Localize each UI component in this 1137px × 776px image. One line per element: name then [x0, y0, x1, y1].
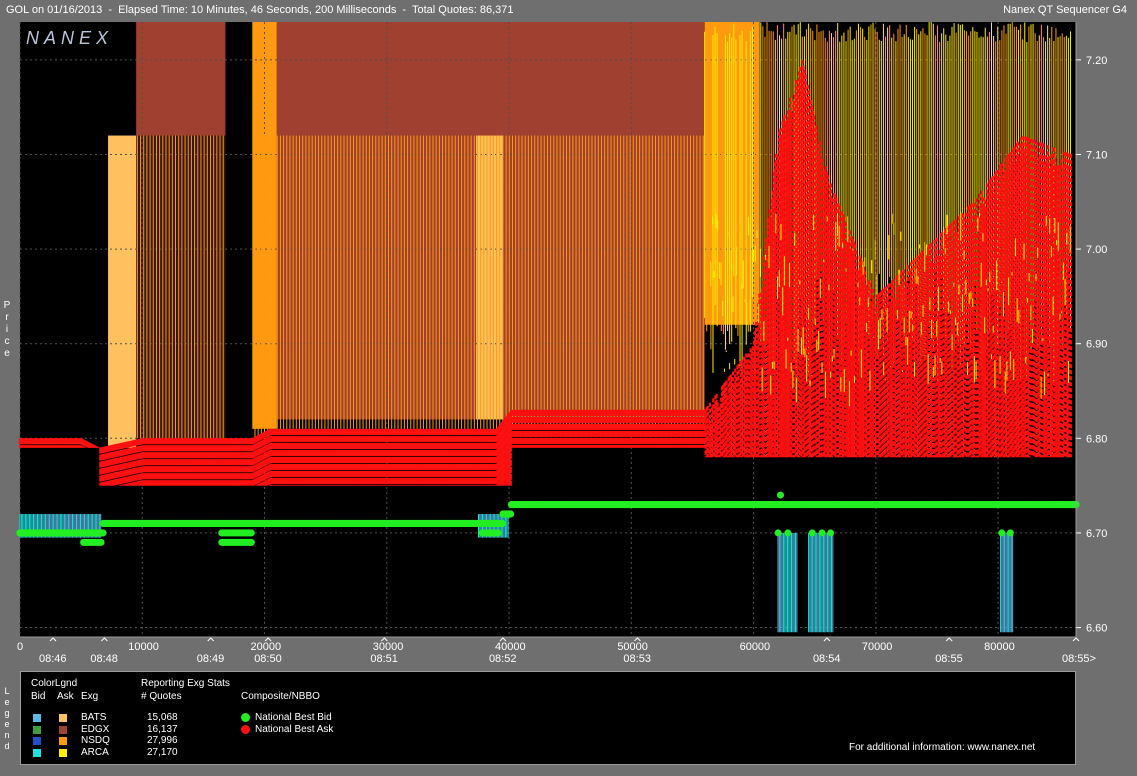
national-best-bid-mark: [494, 529, 502, 537]
bid-swatch: [33, 748, 41, 757]
national-best-bid-mark: [247, 538, 255, 546]
exchange-quotes: 15,068: [147, 712, 178, 723]
national-best-bid-mark: [97, 538, 105, 546]
exchange-quotes: 27,996: [147, 735, 178, 746]
edgx-ask-band: [276, 22, 705, 136]
exchange-quotes: 16,137: [147, 723, 178, 735]
nanex-watermark: NANEX: [26, 28, 113, 48]
chart-area: 7.20 7.10 7.00 6.90 6.80 6.70 6.60 0 10000 20000 3…: [16, 22, 1107, 665]
x-time-tick-label: 08:54: [813, 653, 841, 665]
x-time-tick-label: 08:49: [197, 653, 225, 665]
national-best-bid-mark: [784, 529, 792, 537]
footer-link[interactable]: For additional information: www.nanex.ne…: [849, 742, 1035, 753]
exchange-name: NSDQ: [81, 735, 110, 746]
national-best-bid-mark: [827, 529, 835, 537]
time-tick-marker: [49, 637, 57, 642]
nbbo-name: National Best Bid: [255, 712, 332, 723]
time-tick-marker: [1072, 637, 1080, 642]
exchange-name: EDGX: [81, 723, 110, 735]
bid-swatch: [33, 725, 41, 734]
x-seq-tick-label: 30000: [373, 641, 404, 653]
legend-col-ask: Ask: [57, 691, 74, 702]
y-tick-label: 7.20: [1086, 55, 1107, 67]
x-time-tick-label: 08:50: [254, 653, 282, 665]
national-best-bid-mark: [776, 491, 784, 499]
ask-swatch: [59, 714, 67, 722]
y-tick-label: 7.10: [1086, 149, 1107, 161]
x-time-tick-label: 08:55: [935, 653, 963, 665]
x-time-tick-label: 08:46: [39, 653, 67, 665]
national-best-bid-mark: [998, 529, 1006, 537]
chart-title: GOL on 01/16/2013 - Elapsed Time: 10 Min…: [6, 4, 514, 16]
x-seq-tick-label: 20000: [251, 641, 282, 653]
legend-side-label: Legend: [4, 686, 10, 751]
color-legend-title: ColorLgnd: [31, 678, 78, 689]
nbbo-dot: [241, 713, 250, 722]
y-tick-label: 6.60: [1086, 623, 1107, 635]
exchange-name: BATS: [81, 712, 107, 723]
legend-col-exg: Exg: [81, 691, 99, 702]
nbbo-name: National Best Ask: [255, 723, 334, 735]
exchange-quotes: 27,170: [147, 746, 178, 758]
national-best-bid-mark: [247, 529, 255, 537]
x-seq-tick-label: 10000: [128, 641, 159, 653]
composite-title: Composite/NBBO: [241, 691, 320, 702]
national-best-bid-mark: [498, 519, 507, 528]
ask-swatch: [59, 737, 67, 745]
x-time-tick-label: 08:53: [623, 653, 651, 665]
y-tick-label: 6.70: [1086, 528, 1107, 540]
edgx-ask-band: [136, 135, 226, 439]
national-best-bid-mark: [97, 529, 105, 537]
x-seq-tick-label: 70000: [862, 641, 893, 653]
stats-col-quotes: # Quotes: [141, 691, 182, 702]
ask-swatch: [59, 725, 67, 734]
x-time-tick-label: 08:55>: [1062, 653, 1096, 665]
bats-ask-band: [108, 135, 137, 448]
time-tick-marker: [101, 637, 108, 642]
app-name: Nanex QT Sequencer G4: [1003, 4, 1127, 16]
x-seq-tick-label: 50000: [617, 641, 648, 653]
national-best-bid-mark: [507, 510, 515, 518]
x-time-tick-label: 08:52: [489, 653, 517, 665]
time-tick-marker: [823, 637, 831, 642]
legend-col-bid: Bid: [31, 691, 46, 702]
x-seq-tick-label: 40000: [495, 641, 526, 653]
stats-title: Reporting Exg Stats: [141, 678, 230, 689]
national-best-bid-mark: [774, 529, 782, 537]
edgx-ask-band: [136, 22, 226, 136]
ask-swatch: [59, 748, 67, 757]
time-tick-marker: [207, 637, 215, 642]
legend-panel: ColorLgnd Bid Ask Exg Reporting Exg Stat…: [20, 671, 1076, 765]
y-tick-label: 7.00: [1086, 244, 1107, 256]
exchange-name: ARCA: [81, 746, 109, 758]
x-time-tick-label: 08:48: [90, 653, 118, 665]
y-axis-label: Price: [3, 300, 11, 359]
y-tick-label: 6.80: [1086, 433, 1107, 445]
national-best-bid-mark: [818, 529, 826, 537]
national-best-bid-mark: [1006, 529, 1014, 537]
time-tick-marker: [945, 637, 953, 642]
x-seq-tick-label: 60000: [740, 641, 771, 653]
national-best-bid-mark: [808, 529, 816, 537]
bid-swatch: [33, 737, 41, 745]
x-seq-tick-label: 0: [17, 641, 23, 653]
y-tick-label: 6.90: [1086, 339, 1107, 351]
bats-ask-band: [476, 135, 503, 420]
x-seq-tick-label: 80000: [984, 641, 1015, 653]
x-time-tick-label: 08:51: [370, 653, 398, 665]
bid-swatch: [33, 714, 41, 722]
nbbo-dot: [241, 724, 250, 734]
